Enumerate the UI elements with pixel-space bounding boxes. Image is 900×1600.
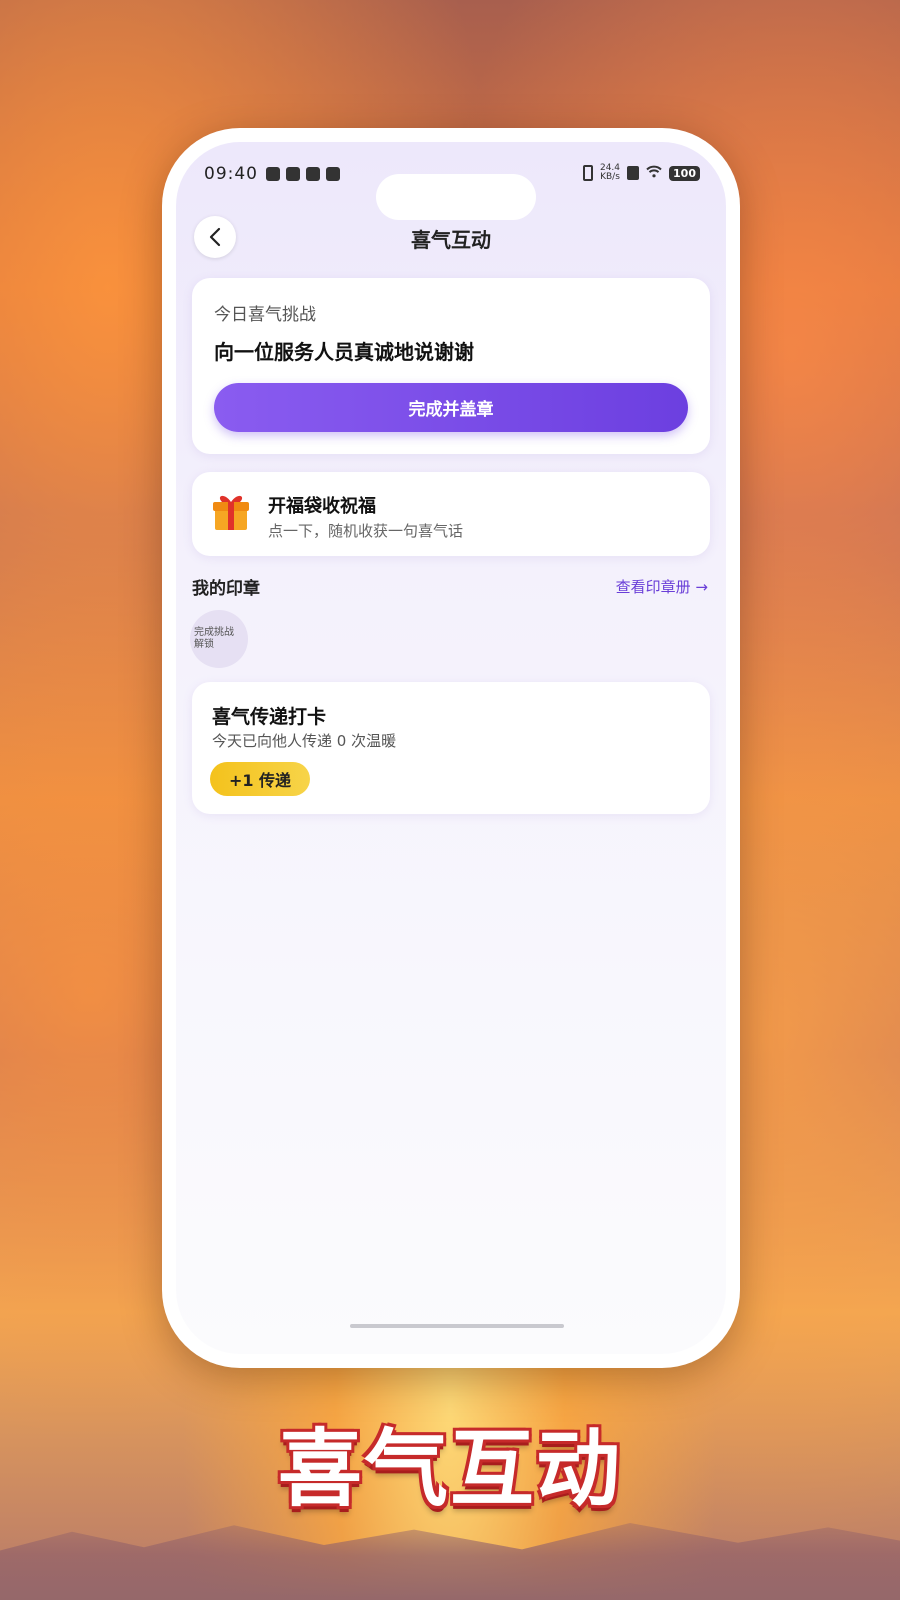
lucky-bag-card[interactable]: 开福袋收祝福 点一下，随机收获一句喜气话: [192, 472, 710, 556]
tiktok-icon: [286, 167, 300, 181]
my-stamps-heading: 我的印章: [192, 579, 260, 599]
relay-subtitle: 今天已向他人传递 0 次温暖: [212, 732, 397, 750]
pinwheel-icon: [326, 167, 340, 181]
vibrate-icon: [582, 165, 593, 181]
stamp-placeholder-line1: 完成挑战: [194, 627, 234, 638]
status-time: 09:40: [204, 164, 258, 184]
status-bar: 09:40 24.4 KB/s 100: [176, 142, 726, 220]
stamp-placeholder-line2: 解锁: [194, 639, 214, 650]
sim-icon: [627, 166, 640, 180]
page-title: 喜气互动: [411, 228, 491, 252]
relay-title: 喜气传递打卡: [212, 706, 327, 728]
promo-banner-title: 喜气互动: [277, 1420, 622, 1518]
notification-icons: [266, 167, 340, 181]
complete-and-stamp-button[interactable]: 完成并盖章: [214, 383, 688, 432]
wifi-icon: [646, 165, 662, 182]
system-icons: 24.4 KB/s 100: [582, 164, 700, 182]
app-screen: 09:40 24.4 KB/s 100 喜气互动 今日喜气挑战 向一位服务人员真…: [176, 142, 726, 1354]
plus-one-relay-button[interactable]: +1 传递: [210, 762, 310, 796]
locked-stamp-slot: 完成挑战 解锁: [190, 610, 248, 668]
lucky-bag-title: 开福袋收祝福: [268, 496, 376, 517]
battery-indicator: 100: [669, 165, 700, 181]
challenge-text: 向一位服务人员真诚地说谢谢: [214, 340, 474, 364]
gift-icon: [213, 495, 249, 530]
relay-checkin-card: 喜气传递打卡 今天已向他人传递 0 次温暖 +1 传递: [192, 682, 710, 814]
lucky-bag-subtitle: 点一下，随机收获一句喜气话: [268, 522, 464, 540]
dynamic-island: [376, 174, 536, 220]
phone-frame: 09:40 24.4 KB/s 100 喜气互动 今日喜气挑战 向一位服务人员真…: [162, 128, 740, 1368]
challenge-label: 今日喜气挑战: [214, 305, 316, 325]
net-speed-unit: KB/s: [600, 172, 620, 182]
mail-icon: [266, 167, 280, 181]
daily-challenge-card: 今日喜气挑战 向一位服务人员真诚地说谢谢 完成并盖章: [192, 278, 710, 454]
home-indicator[interactable]: [350, 1324, 564, 1328]
network-speed: 24.4 KB/s: [600, 164, 620, 182]
app-icon: [306, 167, 320, 181]
view-stamp-album-link[interactable]: 查看印章册 →: [616, 576, 708, 597]
